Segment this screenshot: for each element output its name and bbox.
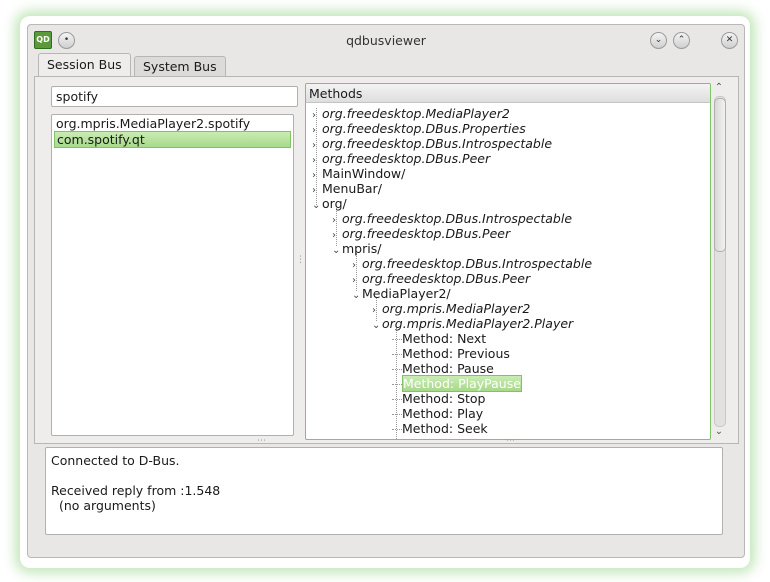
close-icon[interactable]: ✕ xyxy=(721,32,738,49)
tree-item[interactable]: ⌄ org.mpris.MediaPlayer2.Player xyxy=(372,316,573,331)
tree-item-label: MediaPlayer2/ xyxy=(362,286,451,301)
tree-item[interactable]: ⌄ org/ xyxy=(312,196,347,211)
tree-leaf-connector xyxy=(392,339,402,340)
scroll-thumb[interactable] xyxy=(714,98,726,252)
tree-item-label: MainWindow/ xyxy=(322,166,406,181)
tree-item-label: org.freedesktop.DBus.Peer xyxy=(342,226,511,241)
tab-label: System Bus xyxy=(143,59,217,74)
splitter-handle[interactable]: ⋮ xyxy=(296,255,305,265)
collapse-arrow-icon[interactable]: ⌄ xyxy=(332,243,342,258)
splitter-handle-bottom-left[interactable]: ⋯ xyxy=(257,436,266,446)
tree-item[interactable]: › org.freedesktop.DBus.Peer xyxy=(352,271,530,286)
service-item[interactable]: org.mpris.MediaPlayer2.spotify xyxy=(54,116,289,131)
service-item-selected[interactable]: com.spotify.qt xyxy=(54,131,291,148)
qdbusviewer-window: QD • qdbusviewer ⌄ ⌃ ✕ Session Bus Syste… xyxy=(27,24,745,558)
scroll-down-icon[interactable]: ⌄ xyxy=(713,427,725,437)
tree-item-label: mpris/ xyxy=(342,241,382,256)
tree-leaf-connector xyxy=(392,384,402,385)
tree-item[interactable]: › org.freedesktop.DBus.Introspectable xyxy=(332,211,572,226)
tree-item[interactable]: ⌄ mpris/ xyxy=(332,241,381,256)
log-line: Connected to D-Bus. xyxy=(51,453,180,468)
tab-session-bus[interactable]: Session Bus xyxy=(38,53,131,77)
methods-tree[interactable]: Methods › org.freedesktop.MediaPlayer2 › or… xyxy=(305,83,711,440)
collapse-arrow-icon[interactable]: ⌄ xyxy=(352,288,362,303)
tree-item-label: org.freedesktop.DBus.Introspectable xyxy=(342,211,573,226)
tree-item-label: org.freedesktop.MediaPlayer2 xyxy=(322,106,510,121)
log-line: (no arguments) xyxy=(51,498,156,513)
tree-item-label: org.mpris.MediaPlayer2 xyxy=(382,301,531,316)
tree-item[interactable]: › org.mpris.MediaPlayer2 xyxy=(372,301,530,316)
service-list[interactable]: org.mpris.MediaPlayer2.spotify com.spoti… xyxy=(51,114,294,436)
tree-leaf-connector xyxy=(392,354,402,355)
maximize-icon[interactable]: ⌃ xyxy=(673,32,690,49)
tree-item[interactable]: › MenuBar/ xyxy=(312,181,382,196)
tree-item[interactable]: › org.freedesktop.DBus.Peer xyxy=(312,151,490,166)
tree-leaf-connector xyxy=(392,399,402,400)
tree-item-label: org.freedesktop.DBus.Introspectable xyxy=(322,136,553,151)
tab-label: Session Bus xyxy=(47,57,122,72)
collapse-arrow-icon[interactable]: ⌄ xyxy=(372,318,382,333)
splitter-handle-bottom-right[interactable]: ⋯ xyxy=(506,436,515,446)
tree-item[interactable]: › org.freedesktop.MediaPlayer2 xyxy=(312,106,510,121)
tree-item[interactable]: Method: Play xyxy=(392,406,483,421)
tree-leaf-connector xyxy=(392,429,402,430)
tree-item[interactable]: › MainWindow/ xyxy=(312,166,405,181)
window-title: qdbusviewer xyxy=(346,33,426,48)
tree-item-label: MenuBar/ xyxy=(322,181,382,196)
tree-item-label: Method: Play xyxy=(402,406,484,421)
collapse-arrow-icon[interactable]: ⌄ xyxy=(312,198,322,213)
tree-item[interactable]: › org.freedesktop.DBus.Properties xyxy=(312,121,526,136)
methods-column-header[interactable]: Methods xyxy=(306,84,710,103)
splitter-handle-right[interactable]: ⋮ xyxy=(740,255,744,265)
minimize-icon[interactable]: ⌄ xyxy=(650,32,667,49)
tree-leaf-connector xyxy=(392,414,402,415)
service-filter-input[interactable]: spotify xyxy=(51,86,298,107)
tree-item-label: Method: Stop xyxy=(402,391,486,406)
tree-item-label: Method: Next xyxy=(402,331,487,346)
tree-item[interactable]: Method: Seek xyxy=(392,421,488,436)
tree-item-label: org.mpris.MediaPlayer2.Player xyxy=(382,316,574,331)
tree-item[interactable]: Method: Pause xyxy=(392,361,494,376)
tab-system-bus[interactable]: System Bus xyxy=(134,56,226,76)
tree-item[interactable]: › org.freedesktop.DBus.Introspectable xyxy=(312,136,552,151)
tree-item-selected[interactable]: Method: PlayPause xyxy=(392,375,522,392)
tree-item[interactable]: › org.freedesktop.DBus.Peer xyxy=(332,226,510,241)
tree-item-label: Method: PlayPause xyxy=(402,375,522,392)
tree-item-label: org.freedesktop.DBus.Introspectable xyxy=(362,256,593,271)
methods-scrollbar[interactable]: ⌃ ⌄ xyxy=(712,83,726,438)
tree-leaf-connector xyxy=(392,369,402,370)
output-log[interactable]: Connected to D-Bus. Received reply from … xyxy=(45,447,723,535)
tree-item[interactable]: Method: Stop xyxy=(392,391,485,406)
tree-item[interactable]: Method: Previous xyxy=(392,346,510,361)
tree-item-label: org.freedesktop.DBus.Peer xyxy=(322,151,491,166)
tree-item-label: org.freedesktop.DBus.Peer xyxy=(362,271,531,286)
tree-item[interactable]: ⌄ MediaPlayer2/ xyxy=(352,286,451,301)
tree-item-label: org/ xyxy=(322,196,347,211)
log-line: Received reply from :1.548 xyxy=(51,483,221,498)
scroll-up-icon[interactable]: ⌃ xyxy=(713,83,725,93)
tree-item-label: org.freedesktop.DBus.Properties xyxy=(322,121,526,136)
title-bar[interactable]: QD • qdbusviewer ⌄ ⌃ ✕ xyxy=(28,25,744,55)
tree-item-label: Method: Pause xyxy=(402,361,494,376)
tree-item[interactable]: › org.freedesktop.DBus.Introspectable xyxy=(352,256,592,271)
tree-item[interactable]: Method: Next xyxy=(392,331,486,346)
tree-item-label: Method: Previous xyxy=(402,346,510,361)
tree-item-label: Method: Seek xyxy=(402,421,488,436)
